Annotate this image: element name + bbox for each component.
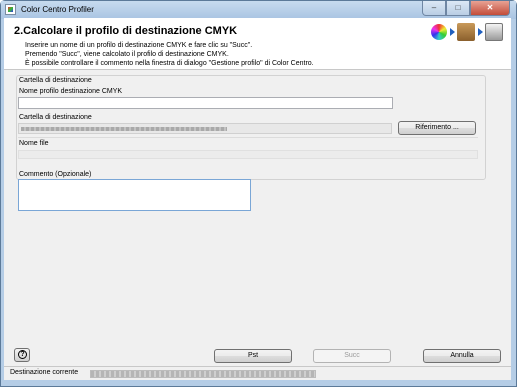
comment-label: Commento (Opzionale) — [19, 171, 92, 178]
window-title: Color Centro Profiler — [21, 5, 94, 14]
current-destination-bar — [90, 370, 316, 378]
step-title: 2.Calcolare il profilo di destinazione C… — [14, 25, 238, 37]
minimize-button[interactable]: – — [422, 1, 446, 16]
description-line-1: Inserire un nome di un profilo di destin… — [25, 42, 253, 49]
folder-path-value — [21, 127, 227, 131]
folder-path-field — [18, 123, 392, 134]
file-name-field — [18, 150, 478, 159]
current-destination-value — [91, 371, 315, 377]
description-line-2: Premendo "Succ", viene calcolato il prof… — [25, 51, 229, 58]
profile-name-label: Nome profilo destinazione CMYK — [19, 88, 123, 95]
status-label: Destinazione corrente — [10, 369, 79, 376]
cancel-button[interactable]: Annulla — [423, 349, 501, 363]
maximize-button[interactable]: □ — [446, 1, 470, 16]
step-header: 2.Calcolare il profilo di destinazione C… — [4, 18, 511, 70]
close-button[interactable]: ✕ — [470, 1, 510, 16]
next-button[interactable]: Succ — [313, 349, 391, 363]
profile-name-input[interactable] — [18, 97, 393, 109]
previous-button[interactable]: Pst — [214, 349, 292, 363]
file-name-label: Nome file — [19, 140, 49, 147]
box-icon — [457, 23, 475, 41]
title-bar[interactable]: Color Centro Profiler – □ ✕ — [1, 1, 516, 19]
comment-textarea[interactable] — [18, 179, 251, 211]
browse-button[interactable]: Riferimento ... — [398, 121, 476, 135]
status-bar: Destinazione corrente — [4, 366, 511, 380]
group-label: Cartella di destinazione — [19, 77, 92, 84]
app-icon — [5, 4, 16, 15]
workflow-icons — [429, 23, 503, 41]
arrow-right-icon — [450, 28, 455, 36]
description-line-3: È possibile controllare il commento nell… — [25, 60, 314, 67]
client-area: 2.Calcolare il profilo di destinazione C… — [4, 18, 511, 366]
destination-group: Cartella di destinazione Nome profilo de… — [16, 75, 486, 180]
folder-label: Cartella di destinazione — [19, 114, 92, 121]
help-icon: ? — [18, 350, 27, 359]
color-wheel-icon — [431, 24, 447, 40]
arrow-right-icon — [478, 28, 483, 36]
printer-icon — [485, 23, 503, 41]
help-button[interactable]: ? — [14, 348, 30, 362]
divider — [18, 137, 478, 138]
window-controls: – □ ✕ — [422, 1, 510, 17]
